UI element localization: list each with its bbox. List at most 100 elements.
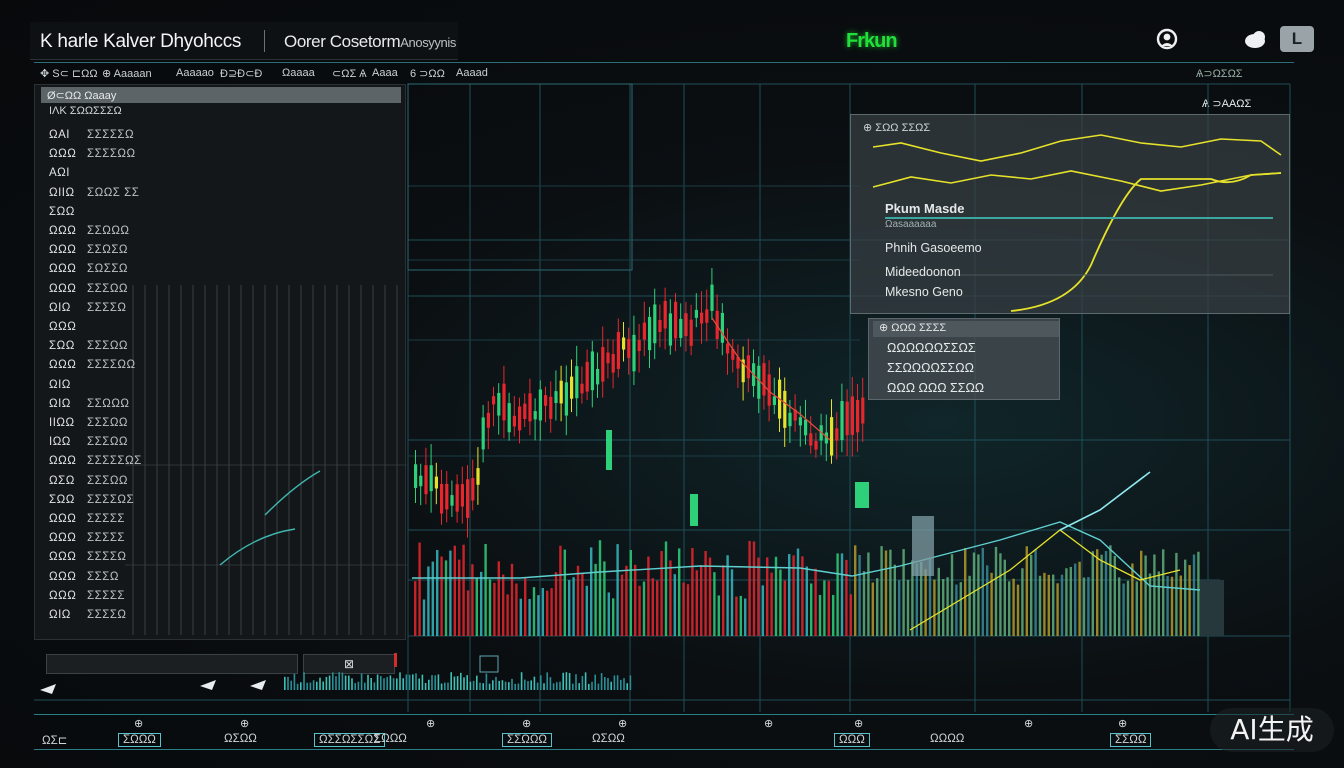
volume-bar [1175,552,1178,636]
candle-body [533,411,537,420]
candle-body [850,396,854,435]
volume-bar [893,564,896,636]
volume-bar [422,599,426,636]
volume-bar [964,547,967,636]
mini-volume-bar [588,683,590,690]
candle-body [746,355,750,379]
volume-bar [554,572,558,636]
toolbar-icon-3[interactable]: ⊕ [522,717,531,730]
volume-bar [612,598,615,636]
volume-bar [1016,584,1020,636]
volume-bar [937,567,940,636]
candle-body [424,465,428,495]
volume-bar [532,587,536,636]
volume-bar [810,583,813,636]
volume-bar [766,557,769,636]
candle-body [720,312,724,343]
volume-bar [1135,581,1138,636]
volume-bar [1074,563,1077,636]
arrow-marker [40,684,56,694]
volume-bar [466,590,470,636]
candle-body [492,396,496,405]
toolbar-icon-6[interactable]: ⊕ [854,717,863,730]
volume-bar [1087,577,1090,636]
market-overview-popup[interactable]: ⊕ ΣΩΩ ΣΣΩΣ Pkum Masde Ωasaaaaaa Phnih Ga… [850,114,1290,314]
mini-volume-bar [335,676,337,690]
volume-bar [955,584,958,636]
toolbar-icon-7[interactable]: ⊕ [1024,717,1033,730]
mini-volume-bar [594,674,596,690]
candle-body [414,464,418,488]
volume-bar [1052,574,1055,636]
mini-volume-bar [492,680,494,690]
toolbar-tab-2[interactable]: ΩΣΩΩ [224,733,257,745]
volume-bar [1056,583,1059,636]
mini-volume-bar [418,678,420,690]
candle-body [481,417,485,450]
popup-title: Pkum Masde [885,201,965,216]
toolbar-icon-0[interactable]: ⊕ [134,717,143,730]
mini-volume-bar [626,683,628,690]
mini-volume-bar [495,676,497,690]
toolbar-tab-4[interactable]: ΣΩΩΩ [374,733,407,745]
candle-body [440,483,444,514]
toolbar-icon-8[interactable]: ⊕ [1118,717,1127,730]
candle-body [471,478,475,501]
volume-bar [972,552,976,636]
toolbar-tab-0[interactable]: ΩΣ⊏ [42,733,67,747]
volume-bar [898,580,901,636]
candle-body [575,366,579,399]
toolbar-icon-1[interactable]: ⊕ [240,717,249,730]
volume-bar [1060,574,1064,636]
candle-body [855,482,869,508]
volume-bar [849,594,852,636]
mini-volume-bar [319,677,321,690]
volume-bar [1091,551,1094,636]
volume-bar [845,559,848,636]
toolbar-icon-4[interactable]: ⊕ [618,717,627,730]
mini-volume-bar [540,675,542,690]
volume-bar [418,542,421,636]
mini-volume-bar [549,677,552,690]
candle-body [809,433,813,446]
toolbar-icon-2[interactable]: ⊕ [426,717,435,730]
candle-body [445,483,449,510]
order-info-popup[interactable]: ⊕ ΩΩΩ ΣΣΣΣ ΩΩΩΩΩΩΣΣΩΣ ΣΣΩΩΩΩΣΣΩΩ ΩΩΩ ΩΩΩ… [868,318,1060,400]
candle-body [690,494,698,526]
volume-bar [757,557,760,636]
candle-body [559,380,563,404]
volume-bar [1025,546,1028,636]
volume-bar [726,555,729,636]
volume-bar [458,559,461,636]
volume-bar [519,598,522,636]
mini-volume-bar [396,678,398,690]
mini-volume-bar [316,681,318,690]
volume-bar [1065,568,1068,636]
toolbar-tab-8[interactable]: ΩΩΩΩ [930,733,964,745]
volume-bar [854,545,857,636]
toolbar-tab-6[interactable]: ΩΣΩΩ [592,733,625,745]
mini-volume-bar [623,678,625,690]
mini-volume-bar [517,683,520,690]
volume-bar [1100,554,1103,636]
volume-bar [453,545,456,636]
mini-volume-bar [620,679,622,690]
volume-bar [783,580,786,636]
mini-volume-bar [434,675,436,690]
toolbar-tab-9[interactable]: ΣΣΩΩ [1110,733,1152,747]
volume-bar [933,579,936,636]
volume-bar [678,548,681,636]
toolbar-tab-5[interactable]: ΣΣΩΩΩ [502,733,553,747]
volume-bar [761,585,764,636]
candle-body [554,391,558,403]
mini-volume-bar [373,682,376,690]
arrow-marker [200,680,216,690]
toolbar-tab-7[interactable]: ΩΩΩ [834,733,870,747]
mini-volume-bar [488,683,491,690]
toolbar-icon-5[interactable]: ⊕ [764,717,773,730]
toolbar-tab-1[interactable]: ΣΩΩΩ [118,733,161,747]
mini-volume-bar [453,676,456,690]
mini-volume-bar [584,672,587,690]
mini-volume-bar [447,682,449,690]
volume-bar [986,565,989,636]
